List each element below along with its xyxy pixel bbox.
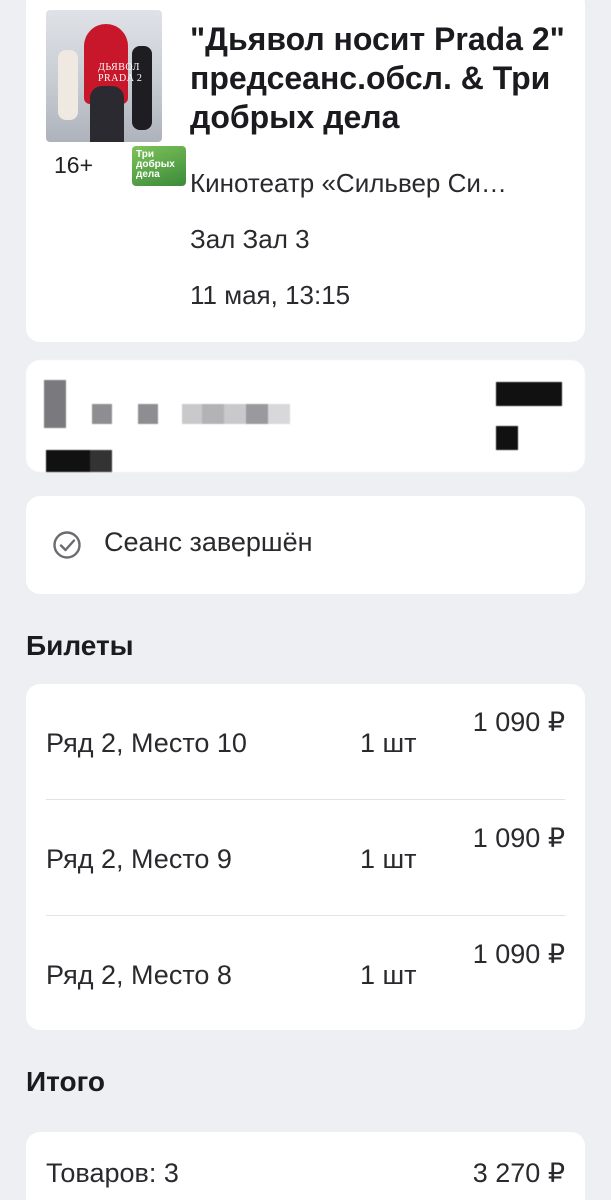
secondary-movie-poster-title: Три добрых дела [136,149,175,180]
ticket-price: 1 090 ₽ [472,823,565,853]
cinema-name: Кинотеатр «Сильвер Си… [190,168,507,198]
tickets-list: Ряд 2, Место 10 1 шт 1 090 ₽ Ряд 2, Мест… [26,684,585,1030]
ticket-quantity: 1 шт [360,844,417,874]
total-amount: 3 270 ₽ [472,1158,565,1188]
movie-card[interactable]: ДЬЯВОЛ PRADA 2 16+ Три добрых дела "Дьяв… [26,0,585,342]
session-status: Сеанс завершён [26,496,585,594]
ticket-seat: Ряд 2, Место 10 [46,728,247,758]
movie-title: "Дьявол носит Prada 2" предсеанс.обсл. &… [190,21,565,135]
session-datetime: 11 мая, 13:15 [190,280,351,310]
ticket-quantity: 1 шт [360,960,417,990]
hall-name: Зал Зал 3 [190,224,310,254]
check-circle-icon [53,531,81,559]
poster-title: ДЬЯВОЛ PRADA 2 [98,62,143,84]
ticket-row[interactable]: Ряд 2, Место 10 1 шт 1 090 ₽ [46,684,565,799]
ticket-price: 1 090 ₽ [472,707,565,737]
status-text: Сеанс завершён [104,527,313,557]
tickets-heading: Билеты [26,630,134,661]
total-heading: Итого [26,1066,105,1097]
movie-poster: ДЬЯВОЛ PRADA 2 [46,10,162,142]
ticket-row[interactable]: Ряд 2, Место 9 1 шт 1 090 ₽ [46,800,565,915]
ticket-quantity: 1 шт [360,728,417,758]
secondary-movie-poster: Три добрых дела [132,146,186,186]
ticket-price: 1 090 ₽ [472,939,565,969]
total-card: Товаров: 3 3 270 ₽ [26,1132,585,1200]
redacted-booking-code [26,360,585,472]
ticket-seat: Ряд 2, Место 9 [46,844,232,874]
ticket-row[interactable]: Ряд 2, Место 8 1 шт 1 090 ₽ [46,916,565,1031]
age-rating: 16+ [54,152,94,178]
ticket-seat: Ряд 2, Место 8 [46,960,232,990]
items-count: Товаров: 3 [46,1158,179,1188]
